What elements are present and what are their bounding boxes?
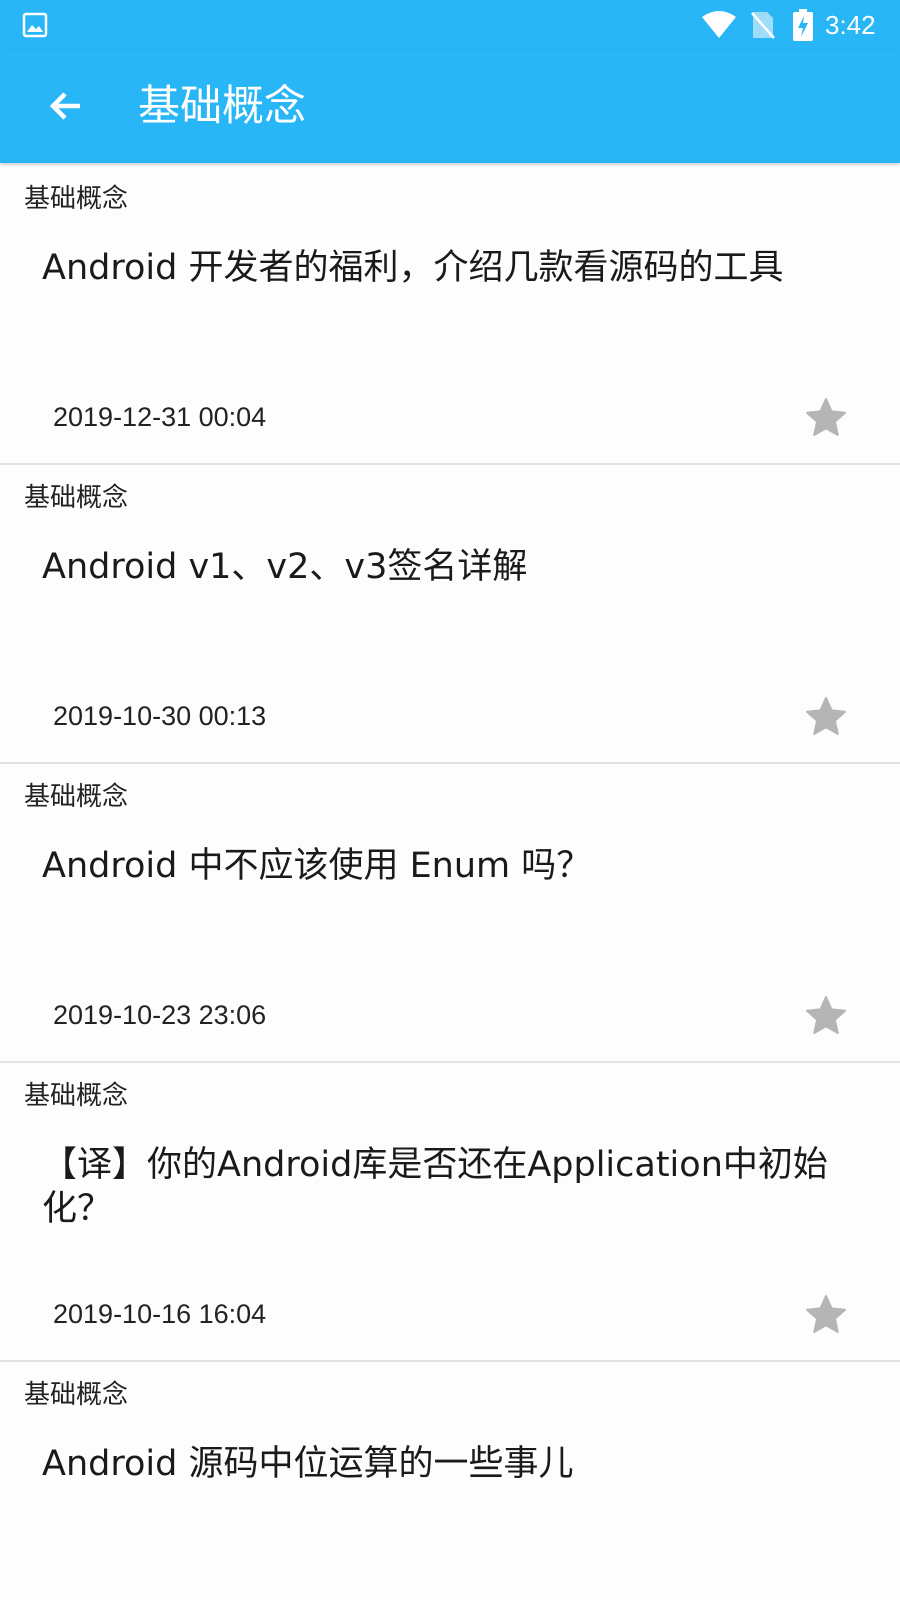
article-card[interactable]: 基础概念 Android v1、v2、v3签名详解 2019-10-30 00:… (0, 465, 900, 764)
article-category: 基础概念 (24, 1081, 129, 1111)
gallery-icon (22, 12, 48, 38)
article-card[interactable]: 基础概念 Android 开发者的福利，介绍几款看源码的工具 2019-12-3… (0, 166, 900, 465)
article-card[interactable]: 基础概念 Android 源码中位运算的一些事儿 (0, 1362, 900, 1600)
back-button[interactable] (38, 78, 94, 134)
article-title: Android v1、v2、v3签名详解 (42, 547, 528, 587)
article-date: 2019-12-31 00:04 (53, 402, 267, 432)
screen: 3:42 基础概念 基础概念 Android 开发者的福利，介绍几款看源码的工具… (0, 0, 900, 1600)
no-sim-icon (751, 12, 775, 39)
star-icon[interactable] (804, 1293, 848, 1337)
status-bar: 3:42 (0, 0, 900, 50)
article-date: 2019-10-23 23:06 (53, 1000, 267, 1030)
article-category: 基础概念 (24, 1380, 129, 1410)
article-title: Android 源码中位运算的一些事儿 (42, 1444, 574, 1484)
article-date: 2019-10-16 16:04 (53, 1299, 267, 1329)
page-title: 基础概念 (138, 81, 307, 130)
article-card[interactable]: 基础概念 【译】你的Android库是否还在Application中初始化？ 2… (0, 1063, 900, 1362)
star-icon[interactable] (804, 994, 848, 1038)
article-category: 基础概念 (24, 483, 129, 513)
status-time: 3:42 (825, 10, 876, 40)
article-category: 基础概念 (24, 184, 129, 214)
arrow-left-icon (49, 92, 80, 120)
article-date: 2019-10-30 00:13 (53, 701, 267, 731)
battery-charging-icon (793, 9, 813, 41)
app-bar (0, 50, 900, 163)
article-title: 【译】你的Android库是否还在Application中初始化？ (42, 1145, 828, 1229)
star-icon[interactable] (804, 396, 848, 440)
article-card[interactable]: 基础概念 Android 中不应该使用 Enum 吗？ 2019-10-23 2… (0, 764, 900, 1063)
wifi-icon (702, 11, 736, 38)
article-list[interactable]: 基础概念 Android 开发者的福利，介绍几款看源码的工具 2019-12-3… (0, 166, 900, 1600)
article-category: 基础概念 (24, 782, 129, 812)
star-icon[interactable] (804, 695, 848, 739)
article-title: Android 中不应该使用 Enum 吗？ (42, 846, 592, 886)
article-title: Android 开发者的福利，介绍几款看源码的工具 (42, 248, 784, 288)
